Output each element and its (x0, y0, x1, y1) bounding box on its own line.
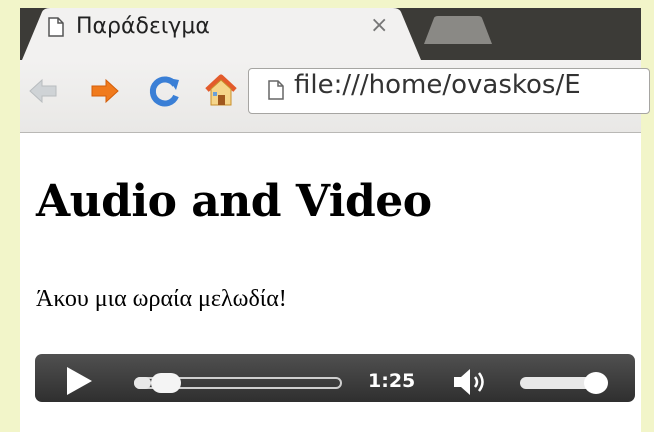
tab-title: Παράδειγμα (76, 14, 210, 39)
forward-arrow-icon[interactable] (88, 74, 122, 108)
volume-icon[interactable] (452, 366, 492, 398)
seek-handle[interactable] (151, 373, 181, 393)
page-title: Audio and Video (36, 176, 432, 227)
reload-icon[interactable] (148, 74, 182, 108)
url-text[interactable]: file:///home/ovaskos/E (294, 70, 581, 100)
time-display: 1:25 (368, 370, 416, 392)
play-icon[interactable] (65, 366, 93, 396)
seek-progress (134, 377, 151, 389)
back-arrow-icon[interactable] (26, 74, 60, 108)
tab-close-icon[interactable]: × (370, 13, 388, 38)
new-tab-button[interactable] (420, 16, 500, 44)
volume-handle[interactable] (584, 372, 608, 394)
page-icon (268, 80, 284, 100)
page-paragraph: Άκου μια ωραία μελωδία! (36, 286, 287, 312)
page-icon (48, 17, 64, 37)
home-icon[interactable] (204, 74, 238, 108)
